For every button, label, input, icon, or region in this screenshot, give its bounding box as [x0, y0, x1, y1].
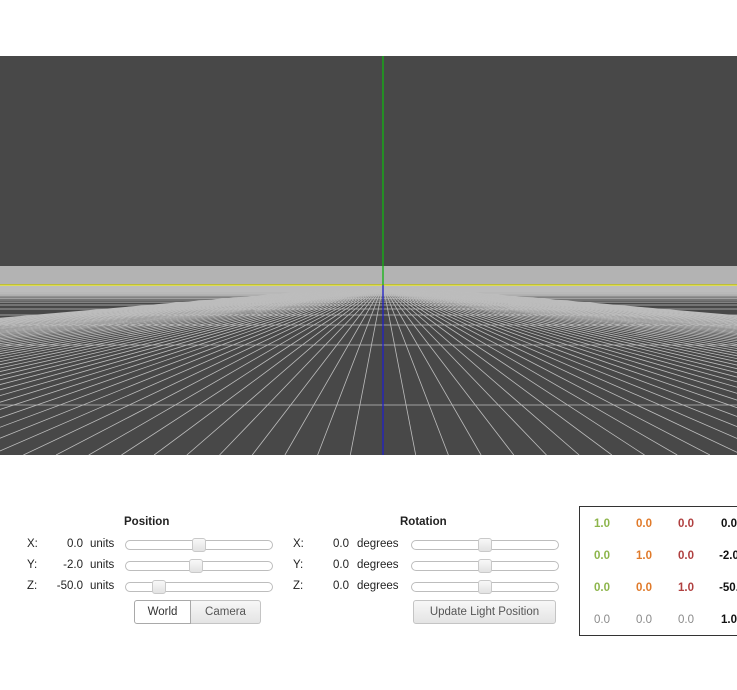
slider-thumb[interactable] — [192, 538, 206, 552]
matrix-cell: 0.0 — [678, 614, 694, 626]
position-y-value: -2.0 — [63, 559, 83, 571]
position-title: Position — [124, 516, 170, 528]
unit-label: units — [90, 580, 115, 592]
rotation-y-row: Y: 0.0 degrees — [293, 559, 563, 575]
unit-label: degrees — [357, 559, 399, 571]
rotation-y-slider[interactable] — [411, 559, 559, 573]
viewport-background — [0, 56, 737, 455]
axis-label: Z: — [293, 580, 304, 592]
rotation-x-row: X: 0.0 degrees — [293, 538, 563, 554]
slider-thumb[interactable] — [189, 559, 204, 573]
transform-matrix: 1.0 0.0 0.0 0.0 0.0 1.0 0.0 -2.0 0.0 0.0… — [579, 506, 737, 636]
axis-label: Z: — [27, 580, 38, 592]
3d-viewport[interactable] — [0, 56, 737, 455]
matrix-cell: 1.0 — [721, 614, 737, 626]
rotation-z-slider[interactable] — [411, 580, 559, 594]
axis-label: X: — [27, 538, 38, 550]
rotation-x-value: 0.0 — [333, 538, 349, 550]
horizon-band — [0, 266, 737, 284]
matrix-cell: 1.0 — [594, 518, 610, 530]
matrix-cell: 1.0 — [636, 550, 652, 562]
rotation-z-value: 0.0 — [333, 580, 349, 592]
position-x-slider[interactable] — [125, 538, 273, 552]
axis-label: Y: — [293, 559, 304, 571]
matrix-cell: -2.0 — [719, 550, 737, 562]
slider-thumb[interactable] — [478, 559, 492, 573]
matrix-cell: 0.0 — [721, 518, 737, 530]
position-y-slider[interactable] — [125, 559, 273, 573]
matrix-cell: 0.0 — [636, 614, 652, 626]
matrix-cell: 0.0 — [594, 582, 610, 594]
matrix-cell: -50. — [719, 582, 737, 594]
rotation-z-row: Z: 0.0 degrees — [293, 580, 563, 596]
slider-thumb[interactable] — [478, 538, 492, 552]
unit-label: units — [90, 559, 115, 571]
unit-label: degrees — [357, 538, 399, 550]
position-z-row: Z: -50.0 units — [27, 580, 277, 596]
rotation-title: Rotation — [400, 516, 447, 528]
matrix-cell: 0.0 — [678, 518, 694, 530]
rotation-y-value: 0.0 — [333, 559, 349, 571]
matrix-cell: 0.0 — [636, 582, 652, 594]
unit-label: degrees — [357, 580, 399, 592]
matrix-cell: 1.0 — [678, 582, 694, 594]
update-light-position-button[interactable]: Update Light Position — [413, 600, 556, 624]
matrix-cell: 0.0 — [594, 614, 610, 626]
position-z-slider[interactable] — [125, 580, 273, 594]
unit-label: units — [90, 538, 115, 550]
axis-label: Y: — [27, 559, 38, 571]
matrix-cell: 0.0 — [678, 550, 694, 562]
matrix-cell: 0.0 — [636, 518, 652, 530]
slider-thumb[interactable] — [152, 580, 167, 594]
rotation-x-slider[interactable] — [411, 538, 559, 552]
position-z-value: -50.0 — [56, 580, 83, 592]
position-x-value: 0.0 — [67, 538, 83, 550]
position-x-row: X: 0.0 units — [27, 538, 277, 554]
camera-button[interactable]: Camera — [191, 600, 261, 624]
axis-label: X: — [293, 538, 304, 550]
slider-thumb[interactable] — [478, 580, 492, 594]
matrix-cell: 0.0 — [594, 550, 610, 562]
position-y-row: Y: -2.0 units — [27, 559, 277, 575]
world-button[interactable]: World — [134, 600, 191, 624]
